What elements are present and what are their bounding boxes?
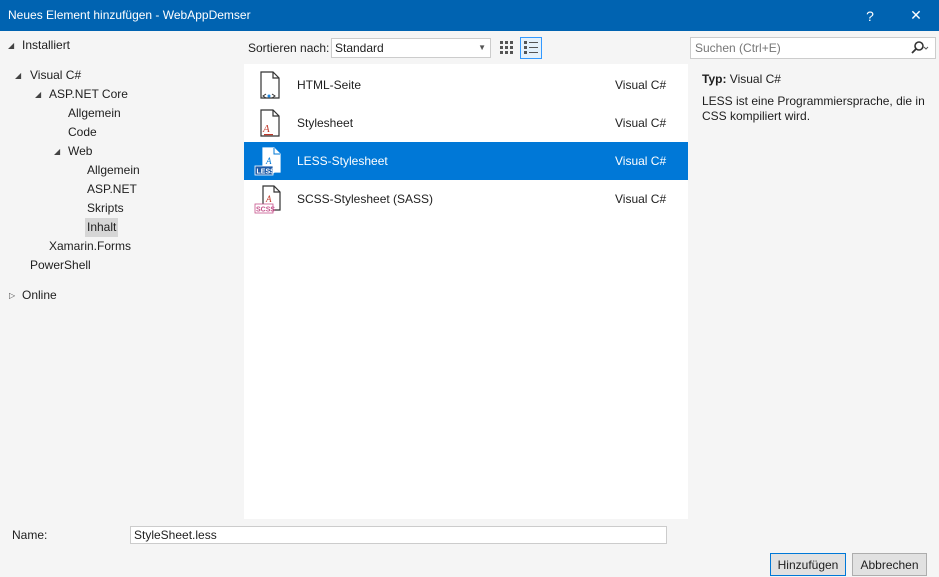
list-item[interactable]: A LESS LESS-Stylesheet Visual C#: [244, 142, 688, 180]
tree-item-web-skripts[interactable]: Skripts: [85, 199, 126, 218]
tree-item-aspnet-core[interactable]: ASP.NET Core: [47, 85, 130, 104]
item-language: Visual C#: [615, 116, 667, 130]
item-name: HTML-Seite: [297, 78, 362, 92]
item-language: Visual C#: [615, 78, 667, 92]
tree-item-code[interactable]: Code: [66, 123, 99, 142]
svg-text:A: A: [265, 156, 272, 166]
tree-item-visual-csharp[interactable]: Visual C#: [28, 66, 83, 85]
list-view-button[interactable]: [520, 37, 542, 59]
list-item[interactable]: HTML-Seite Visual C#: [244, 66, 688, 104]
list-view-icon: [524, 41, 538, 54]
list-item[interactable]: A SCSS SCSS-Stylesheet (SASS) Visual C#: [244, 180, 688, 218]
grid-view-button[interactable]: [496, 37, 518, 59]
type-line: Typ: Visual C#: [702, 72, 781, 86]
tree-item-web-allgemein[interactable]: Allgemein: [85, 161, 142, 180]
type-label: Typ:: [702, 72, 727, 86]
svg-text:A: A: [262, 123, 270, 135]
template-tree: ◢ Installiert ◢ Visual C# ◢ ASP.NET Core…: [0, 31, 244, 519]
expanded-arrow-icon[interactable]: ◢: [54, 142, 64, 161]
svg-text:LESS: LESS: [257, 169, 276, 176]
search-placeholder: Suchen (Ctrl+E): [695, 41, 781, 55]
details-pane: Typ: Visual C# LESS ist eine Programmier…: [688, 64, 939, 519]
tree-item-powershell[interactable]: PowerShell: [28, 256, 93, 275]
sort-dropdown[interactable]: Standard ▼: [331, 38, 491, 58]
search-input[interactable]: Suchen (Ctrl+E): [690, 37, 936, 59]
tree-item-web-aspnet[interactable]: ASP.NET: [85, 180, 139, 199]
title-bar: Neues Element hinzufügen - WebAppDemser …: [0, 0, 939, 31]
scss-stylesheet-icon: A SCSS: [254, 185, 281, 214]
sort-value: Standard: [335, 41, 384, 55]
tree-item-online[interactable]: Online: [20, 286, 59, 305]
help-button[interactable]: ?: [847, 0, 893, 31]
less-stylesheet-icon: A LESS: [254, 147, 281, 176]
item-name: Stylesheet: [297, 116, 354, 130]
chevron-down-icon: ▼: [478, 43, 486, 52]
item-language: Visual C#: [615, 154, 667, 168]
tree-item-installed[interactable]: Installiert: [20, 36, 72, 55]
search-icon[interactable]: [911, 38, 929, 64]
tree-item-web[interactable]: Web: [66, 142, 94, 161]
svg-text:SCSS: SCSS: [256, 207, 275, 214]
bottom-bar: Name: StyleSheet.less Hinzufügen Abbrech…: [0, 519, 939, 577]
tree-item-xamarin-forms[interactable]: Xamarin.Forms: [47, 237, 133, 256]
cancel-button[interactable]: Abbrechen: [852, 553, 927, 576]
svg-text:A: A: [265, 194, 272, 204]
collapsed-arrow-icon[interactable]: ▷: [9, 286, 19, 305]
item-description: LESS ist eine Programmiersprache, die in…: [702, 94, 925, 123]
template-list: HTML-Seite Visual C# A Stylesheet Visual…: [244, 64, 688, 519]
name-label: Name:: [12, 528, 48, 542]
item-name: SCSS-Stylesheet (SASS): [297, 192, 434, 206]
toolbar: Sortieren nach: Standard ▼ Suchen (Ctrl+…: [244, 31, 939, 64]
grid-view-icon: [500, 41, 513, 54]
close-button[interactable]: ✕: [893, 0, 939, 31]
item-language: Visual C#: [615, 192, 667, 206]
type-value: Visual C#: [729, 72, 781, 86]
tree-item-allgemein[interactable]: Allgemein: [66, 104, 123, 123]
list-item[interactable]: A Stylesheet Visual C#: [244, 104, 688, 142]
item-name: LESS-Stylesheet: [297, 154, 388, 168]
expanded-arrow-icon[interactable]: ◢: [35, 85, 45, 104]
html-page-icon: [260, 71, 280, 99]
add-button[interactable]: Hinzufügen: [770, 553, 846, 576]
tree-item-web-inhalt[interactable]: Inhalt: [85, 218, 119, 237]
window-title: Neues Element hinzufügen - WebAppDemser: [8, 8, 251, 22]
name-field[interactable]: StyleSheet.less: [130, 526, 667, 544]
stylesheet-icon: A: [260, 109, 280, 137]
expanded-arrow-icon[interactable]: ◢: [15, 66, 25, 85]
sort-label: Sortieren nach:: [248, 41, 330, 55]
expanded-arrow-icon[interactable]: ◢: [8, 36, 18, 55]
